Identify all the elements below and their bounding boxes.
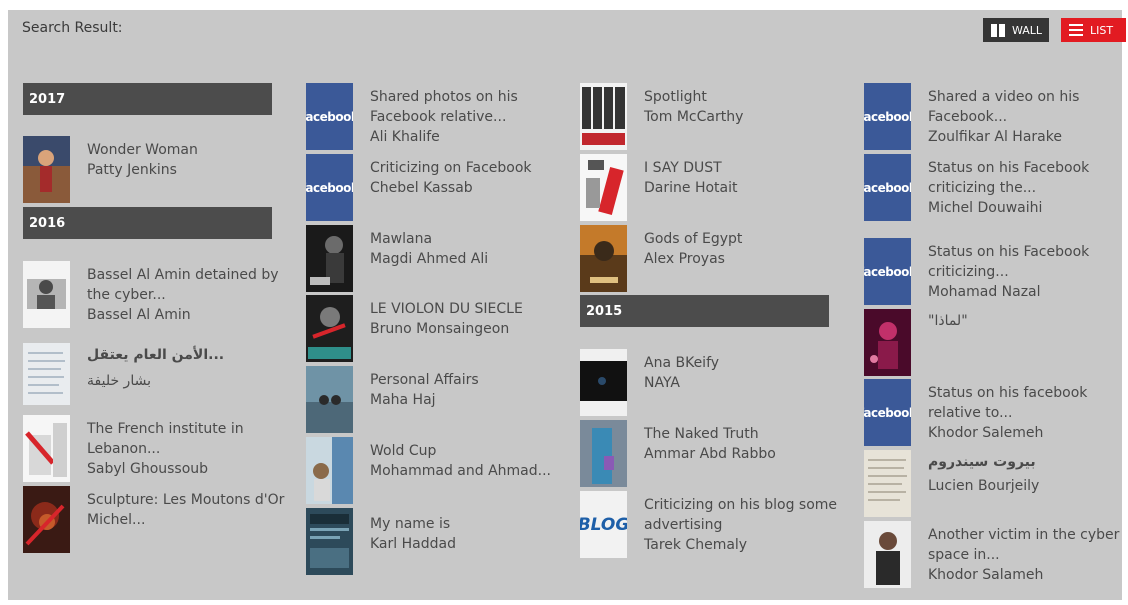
poster-thumbnail[interactable] xyxy=(580,154,627,221)
item-author: Karl Haddad xyxy=(370,536,456,552)
item-author: Mohamad Nazal xyxy=(928,284,1041,300)
item-title[interactable]: Spotlight xyxy=(644,87,844,107)
item-title[interactable]: I SAY DUST xyxy=(644,158,844,178)
poster-thumbnail[interactable] xyxy=(580,225,627,292)
item-title[interactable]: Gods of Egypt xyxy=(644,229,844,249)
video-thumbnail[interactable] xyxy=(580,349,627,416)
poster-thumbnail[interactable] xyxy=(306,366,353,433)
item-author: Maha Haj xyxy=(370,392,436,408)
item-title[interactable]: Shared photos on his Facebook relative..… xyxy=(370,87,570,127)
facebook-icon[interactable]: facebook xyxy=(864,238,911,305)
poster-thumbnail[interactable] xyxy=(306,225,353,292)
item-author: Darine Hotait xyxy=(644,180,738,196)
item-author: Sabyl Ghoussoub xyxy=(87,461,209,477)
item-author: Ali Khalife xyxy=(370,129,440,145)
item-title[interactable]: The Naked Truth xyxy=(644,424,844,444)
year-header-2016: 2016 xyxy=(23,207,272,239)
artwork-thumbnail[interactable] xyxy=(23,486,70,553)
item-author: بشار خليفة xyxy=(87,373,151,389)
document-thumbnail[interactable] xyxy=(23,343,70,405)
facebook-icon[interactable]: facebook xyxy=(306,83,353,150)
item-author: Patty Jenkins xyxy=(87,162,177,178)
list-view-button[interactable]: LIST xyxy=(1061,18,1126,42)
item-title[interactable]: Wold Cup xyxy=(370,441,570,461)
item-title[interactable]: بيروت سيندروم xyxy=(928,452,1128,472)
video-thumbnail[interactable] xyxy=(864,309,911,376)
item-author: Alex Proyas xyxy=(644,251,725,267)
item-title[interactable]: Another victim in the cyber space in... xyxy=(928,525,1128,565)
item-title[interactable]: Status on his Facebook criticizing... xyxy=(928,242,1128,282)
webpage-thumbnail[interactable] xyxy=(306,508,353,575)
wall-label: WALL xyxy=(1012,23,1043,37)
list-icon xyxy=(1069,24,1083,36)
blog-icon[interactable]: BLOG xyxy=(580,491,627,558)
item-title[interactable]: Shared a video on his Facebook... xyxy=(928,87,1128,127)
item-author: Ammar Abd Rabbo xyxy=(644,446,776,462)
item-title[interactable]: Status on his facebook relative to... xyxy=(928,383,1128,423)
grid-icon xyxy=(991,23,1005,37)
item-author: Magdi Ahmed Ali xyxy=(370,251,489,267)
item-title[interactable]: Sculpture: Les Moutons d'Or xyxy=(87,490,287,510)
item-author: Chebel Kassab xyxy=(370,180,473,196)
poster-thumbnail[interactable] xyxy=(306,295,353,362)
page-title: Search Result: xyxy=(22,20,123,36)
photo-thumbnail[interactable] xyxy=(23,415,70,482)
facebook-icon[interactable]: facebook xyxy=(864,83,911,150)
item-title[interactable]: My name is xyxy=(370,514,570,534)
list-label: LIST xyxy=(1090,23,1114,37)
item-title[interactable]: Status on his Facebook criticizing the..… xyxy=(928,158,1128,198)
document-thumbnail[interactable] xyxy=(864,450,911,517)
item-author: Bruno Monsaingeon xyxy=(370,321,510,337)
year-header-2017: 2017 xyxy=(23,83,272,115)
year-header-2015: 2015 xyxy=(580,295,829,327)
item-author: Mohammad and Ahmad... xyxy=(370,463,551,479)
item-title[interactable]: LE VIOLON DU SIECLE xyxy=(370,299,570,319)
item-author: Lucien Bourjeily xyxy=(928,478,1040,494)
item-title[interactable]: Bassel Al Amin detained by the cyber... xyxy=(87,265,287,305)
item-title[interactable]: Personal Affairs xyxy=(370,370,570,390)
item-title[interactable]: "لماذا" xyxy=(928,311,1128,331)
item-title[interactable]: The French institute in Lebanon... xyxy=(87,419,287,459)
item-title[interactable]: Ana BKeify xyxy=(644,353,844,373)
photo-thumbnail[interactable] xyxy=(580,420,627,487)
item-author: Zoulfikar Al Harake xyxy=(928,129,1062,145)
item-author: Tom McCarthy xyxy=(644,109,744,125)
facebook-icon[interactable]: facebook xyxy=(306,154,353,221)
photo-thumbnail[interactable] xyxy=(864,521,911,588)
item-title[interactable]: Mawlana xyxy=(370,229,570,249)
item-author: Bassel Al Amin xyxy=(87,307,191,323)
facebook-icon[interactable]: facebook xyxy=(864,379,911,446)
item-author: NAYA xyxy=(644,375,681,391)
photo-thumbnail[interactable] xyxy=(23,261,70,328)
poster-thumbnail[interactable] xyxy=(23,136,70,203)
item-author: Michel Douwaihi xyxy=(928,200,1043,216)
item-author: Tarek Chemaly xyxy=(644,537,748,553)
item-title[interactable]: ...الأمن العام يعتقل xyxy=(87,345,287,365)
item-author: Khodor Salemeh xyxy=(928,425,1044,441)
item-title[interactable]: Criticizing on his blog some advertising xyxy=(644,495,844,535)
item-author: Michel... xyxy=(87,512,146,528)
poster-thumbnail[interactable] xyxy=(580,83,627,150)
poster-thumbnail[interactable] xyxy=(306,437,353,504)
item-title[interactable]: Criticizing on Facebook xyxy=(370,158,570,178)
item-title[interactable]: Wonder Woman xyxy=(87,140,287,160)
facebook-icon[interactable]: facebook xyxy=(864,154,911,221)
wall-view-button[interactable]: WALL xyxy=(983,18,1049,42)
item-author: Khodor Salameh xyxy=(928,567,1044,583)
